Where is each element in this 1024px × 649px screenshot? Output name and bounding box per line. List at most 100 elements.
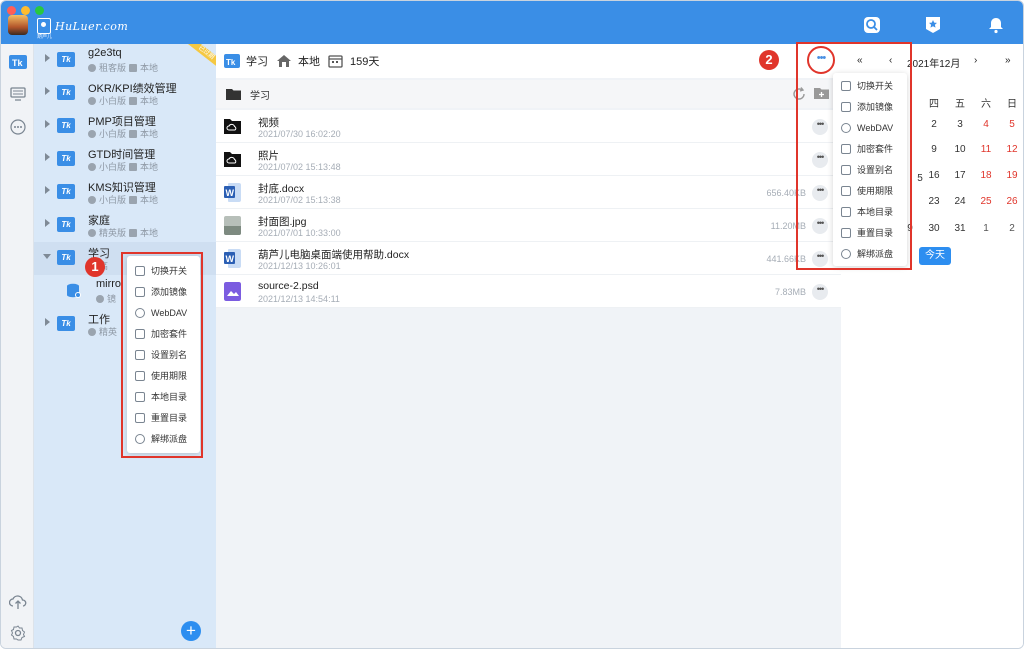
- file-more-button[interactable]: •••: [812, 152, 828, 168]
- file-row[interactable]: W 封底.docx 2021/07/02 15:13:38 656.40KB •…: [216, 176, 841, 209]
- expand-caret-icon[interactable]: [45, 87, 50, 95]
- calendar-day[interactable]: 30: [921, 223, 947, 234]
- search-icon[interactable]: [862, 15, 882, 35]
- calendar-day[interactable]: 10: [947, 144, 973, 155]
- weekday-label: 六: [981, 99, 991, 110]
- file-size: 656.40KB: [766, 188, 806, 198]
- library-meta: 小白版 本地: [88, 160, 158, 173]
- calendar-day[interactable]: 26: [999, 196, 1023, 207]
- menu-item-encrypt[interactable]: 加密套件: [127, 323, 200, 344]
- menu-item-add-mirror[interactable]: 添加镜像: [833, 96, 907, 117]
- more-icon[interactable]: [8, 117, 27, 136]
- expand-caret-icon[interactable]: [45, 219, 50, 227]
- home-icon: [277, 55, 291, 67]
- cloud-upload-icon[interactable]: [8, 592, 27, 611]
- collapse-caret-icon[interactable]: [43, 254, 51, 259]
- library-item-g2e3tq[interactable]: Tk g2e3tq 租客版 本地 已过期: [34, 44, 217, 77]
- file-more-button[interactable]: •••: [812, 218, 828, 234]
- menu-item-alias[interactable]: 设置别名: [833, 159, 907, 180]
- calendar-day[interactable]: 19: [999, 170, 1023, 181]
- file-row[interactable]: 照片 2021/07/02 15:13:48 •••: [216, 143, 841, 176]
- next-year-button[interactable]: »: [1005, 55, 1011, 66]
- library-meta: 租客版 本地: [88, 61, 158, 74]
- file-name: 封底.docx: [258, 183, 305, 195]
- menu-item-local-dir[interactable]: 本地目录: [127, 386, 200, 407]
- calendar-day[interactable]: 23: [921, 196, 947, 207]
- calendar-day[interactable]: 16: [921, 170, 947, 181]
- calendar-icon: [135, 370, 145, 381]
- expand-caret-icon[interactable]: [45, 318, 50, 326]
- tag-icon: [135, 349, 145, 360]
- menu-item-add-mirror[interactable]: 添加镜像: [127, 281, 200, 302]
- add-library-button[interactable]: +: [181, 621, 201, 641]
- library-item-pmp[interactable]: Tk PMP项目管理 小白版 本地: [34, 110, 216, 143]
- menu-item-reset-dir[interactable]: 重置目录: [127, 407, 200, 428]
- menu-item-encrypt[interactable]: 加密套件: [833, 138, 907, 159]
- file-more-button[interactable]: •••: [812, 251, 828, 267]
- menu-item-reset-dir[interactable]: 重置目录: [833, 222, 907, 243]
- file-more-button[interactable]: •••: [812, 119, 828, 135]
- menu-item-toggle[interactable]: 切换开关: [127, 260, 200, 281]
- library-icon[interactable]: Tk: [8, 52, 27, 71]
- prev-year-button[interactable]: «: [857, 55, 863, 66]
- calendar-day[interactable]: 2: [999, 223, 1023, 234]
- library-item-gtd[interactable]: Tk GTD时间管理 小白版 本地: [34, 143, 216, 176]
- cloud-folder-icon: [224, 119, 241, 134]
- expand-caret-icon[interactable]: [45, 54, 50, 62]
- open-folder-icon: [226, 88, 241, 100]
- calendar-day[interactable]: 25: [973, 196, 999, 207]
- close-window-button[interactable]: [7, 6, 16, 15]
- library-edition: 小白版: [99, 129, 127, 139]
- calendar-day[interactable]: 11: [973, 144, 999, 155]
- today-button[interactable]: 今天: [919, 247, 951, 265]
- calendar-day[interactable]: 18: [973, 170, 999, 181]
- library-item-family[interactable]: Tk 家庭 精英版 本地: [34, 209, 216, 242]
- menu-item-unbind[interactable]: 解绑派盘: [833, 243, 907, 264]
- expand-caret-icon[interactable]: [45, 153, 50, 161]
- calendar-day[interactable]: 2: [921, 119, 947, 130]
- minimize-window-button[interactable]: [21, 6, 30, 15]
- file-row[interactable]: source-2.psd 2021/12/13 14:54:11 7.83MB …: [216, 275, 841, 308]
- bell-icon[interactable]: [986, 15, 1006, 35]
- calendar-day[interactable]: 4: [973, 119, 999, 130]
- menu-item-expiry[interactable]: 使用期限: [833, 180, 907, 201]
- zoom-window-button[interactable]: [35, 6, 44, 15]
- expand-caret-icon[interactable]: [45, 120, 50, 128]
- menu-item-webdav[interactable]: WebDAV: [127, 302, 200, 323]
- calendar-day[interactable]: 31: [947, 223, 973, 234]
- star-shield-icon[interactable]: [923, 15, 943, 35]
- crumb-location[interactable]: 本地: [276, 53, 320, 69]
- file-row[interactable]: 封面图.jpg 2021/07/01 10:33:00 11.20MB •••: [216, 209, 841, 242]
- crumb-library[interactable]: Tk 学习: [224, 53, 268, 69]
- file-more-button[interactable]: •••: [812, 185, 828, 201]
- menu-item-expiry[interactable]: 使用期限: [127, 365, 200, 386]
- crumb-days[interactable]: 159天: [328, 53, 379, 69]
- calendar-day[interactable]: 24: [947, 196, 973, 207]
- user-icon: [88, 327, 96, 336]
- file-more-button[interactable]: •••: [812, 284, 828, 300]
- calendar-day[interactable]: 5: [999, 119, 1023, 130]
- menu-item-local-dir[interactable]: 本地目录: [833, 201, 907, 222]
- prev-month-button[interactable]: ‹: [889, 55, 892, 66]
- library-item-okr[interactable]: Tk OKR/KPI绩效管理 小白版 本地: [34, 77, 216, 110]
- menu-item-unbind[interactable]: 解绑派盘: [127, 428, 200, 449]
- new-folder-icon[interactable]: [814, 87, 829, 103]
- next-month-button[interactable]: ›: [974, 55, 977, 66]
- monitor-icon[interactable]: [8, 84, 27, 103]
- calendar-day[interactable]: 1: [973, 223, 999, 234]
- file-row[interactable]: W 葫芦儿电脑桌面端使用帮助.docx 2021/12/13 10:26:01 …: [216, 242, 841, 275]
- menu-item-toggle[interactable]: 切换开关: [833, 75, 907, 96]
- calendar-day[interactable]: 3: [947, 119, 973, 130]
- unlink-icon: [841, 248, 851, 259]
- expand-caret-icon[interactable]: [45, 186, 50, 194]
- calendar-day[interactable]: 17: [947, 170, 973, 181]
- calendar-day[interactable]: 9: [921, 144, 947, 155]
- menu-item-webdav[interactable]: WebDAV: [833, 117, 907, 138]
- menu-item-alias[interactable]: 设置别名: [127, 344, 200, 365]
- refresh-icon[interactable]: [792, 87, 806, 104]
- file-row[interactable]: 视频 2021/07/30 16:02:20 •••: [216, 110, 841, 143]
- library-more-button[interactable]: •••: [807, 46, 835, 74]
- library-item-kms[interactable]: Tk KMS知识管理 小白版 本地: [34, 176, 216, 209]
- calendar-day[interactable]: 12: [999, 144, 1023, 155]
- settings-icon[interactable]: [8, 623, 27, 642]
